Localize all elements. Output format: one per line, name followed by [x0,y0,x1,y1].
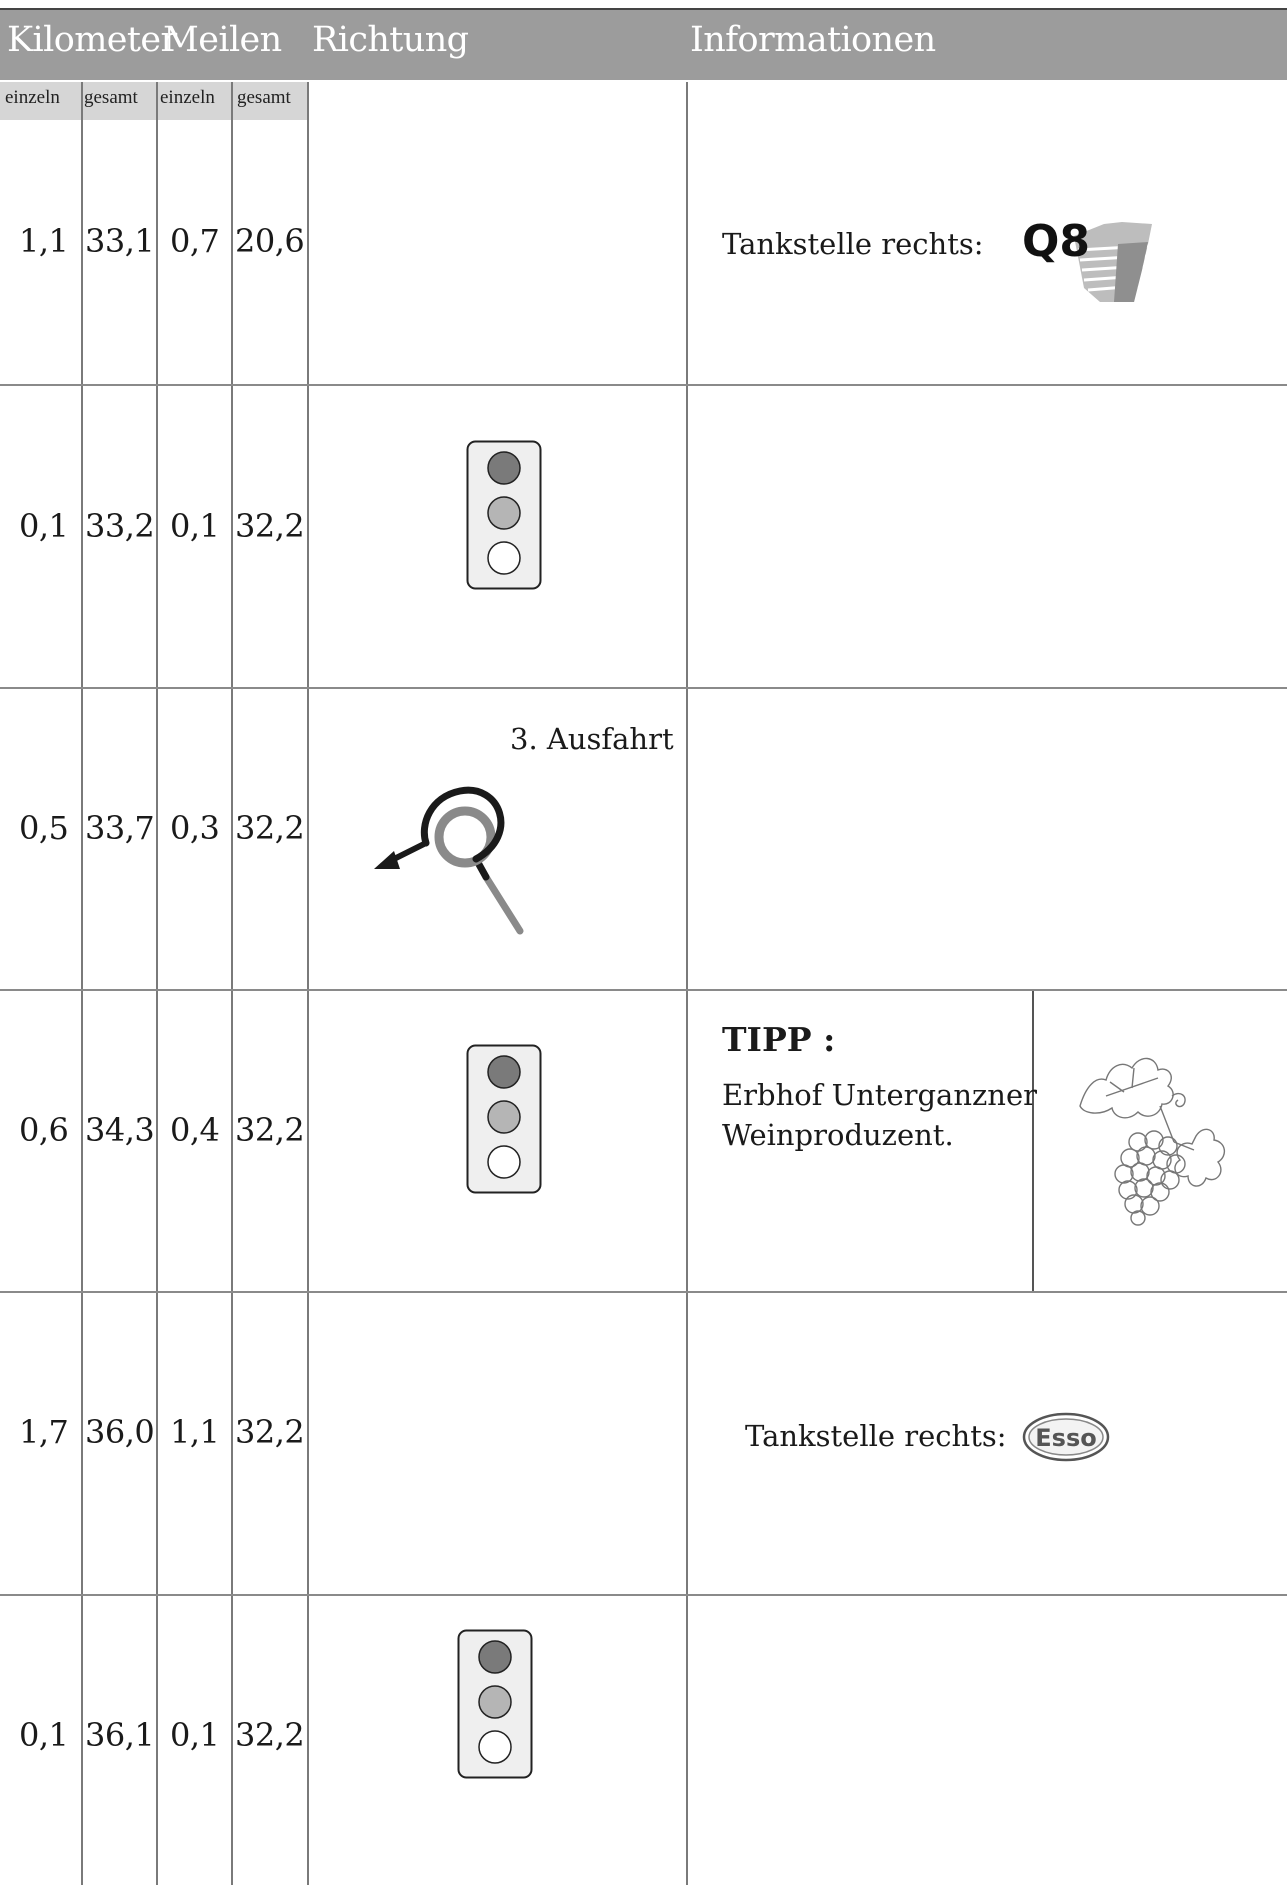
row-divider [0,1594,1287,1596]
esso-logo: Esso [1022,1412,1110,1462]
grid-line [156,82,158,1885]
subheader-km-gesamt: gesamt [84,87,138,108]
tipp-line: Weinproduzent. [722,1118,954,1152]
info-text: Tankstelle rechts: [745,1419,1007,1453]
roadbook-page: Kilometer Meilen Richtung Informationen … [0,0,1287,1885]
mi-einzeln: 0,3 [170,809,220,847]
mi-einzeln: 0,1 [170,507,220,545]
subheader-mi-gesamt: gesamt [237,87,291,108]
grid-line [231,82,233,1885]
km-einzeln: 1,7 [19,1413,69,1451]
km-gesamt: 33,7 [85,809,155,847]
info-text: Tankstelle rechts: [722,227,984,261]
svg-text:Q8: Q8 [1022,216,1090,267]
header-richtung: Richtung [312,20,469,60]
mi-einzeln: 1,1 [170,1413,220,1451]
traffic-light-icon [466,440,542,590]
row-divider [0,989,1287,991]
km-gesamt: 36,1 [85,1716,155,1754]
mi-einzeln: 0,1 [170,1716,220,1754]
mi-einzeln: 0,7 [170,222,220,260]
row-divider [0,687,1287,689]
km-einzeln: 0,1 [19,1716,69,1754]
km-einzeln: 1,1 [19,222,69,260]
km-einzeln: 0,1 [19,507,69,545]
tipp-divider [1032,990,1034,1292]
header-meilen: Meilen [163,20,282,60]
header-informationen: Informationen [690,20,936,60]
traffic-light-icon [466,1044,542,1194]
km-gesamt: 36,0 [85,1413,155,1451]
traffic-light-icon [457,1629,533,1779]
svg-text:Esso: Esso [1035,1424,1096,1452]
grid-line [81,82,83,1885]
mi-gesamt: 32,2 [235,809,305,847]
header-kilometer: Kilometer [7,20,177,60]
mi-gesamt: 32,2 [235,1716,305,1754]
subheader-mi-einzeln: einzeln [160,87,215,108]
row-divider [0,384,1287,386]
grid-line [686,82,688,1885]
mi-gesamt: 32,2 [235,1413,305,1451]
tipp-title: TIPP : [722,1020,836,1059]
direction-text: 3. Ausfahrt [510,722,674,756]
mi-gesamt: 32,2 [235,1111,305,1149]
grape-icon [1079,1057,1225,1226]
km-gesamt: 33,1 [85,222,155,260]
mi-gesamt: 20,6 [235,222,305,260]
mi-einzeln: 0,4 [170,1111,220,1149]
grid-line [307,82,309,1885]
row-divider [0,1291,1287,1293]
tipp-line: Erbhof Unterganzner [722,1078,1037,1112]
km-einzeln: 0,6 [19,1111,69,1149]
roundabout-icon [374,786,524,935]
km-einzeln: 0,5 [19,809,69,847]
q8-logo: Q8 [1022,216,1152,302]
subheader-km-einzeln: einzeln [5,87,60,108]
km-gesamt: 34,3 [85,1111,155,1149]
mi-gesamt: 32,2 [235,507,305,545]
km-gesamt: 33,2 [85,507,155,545]
